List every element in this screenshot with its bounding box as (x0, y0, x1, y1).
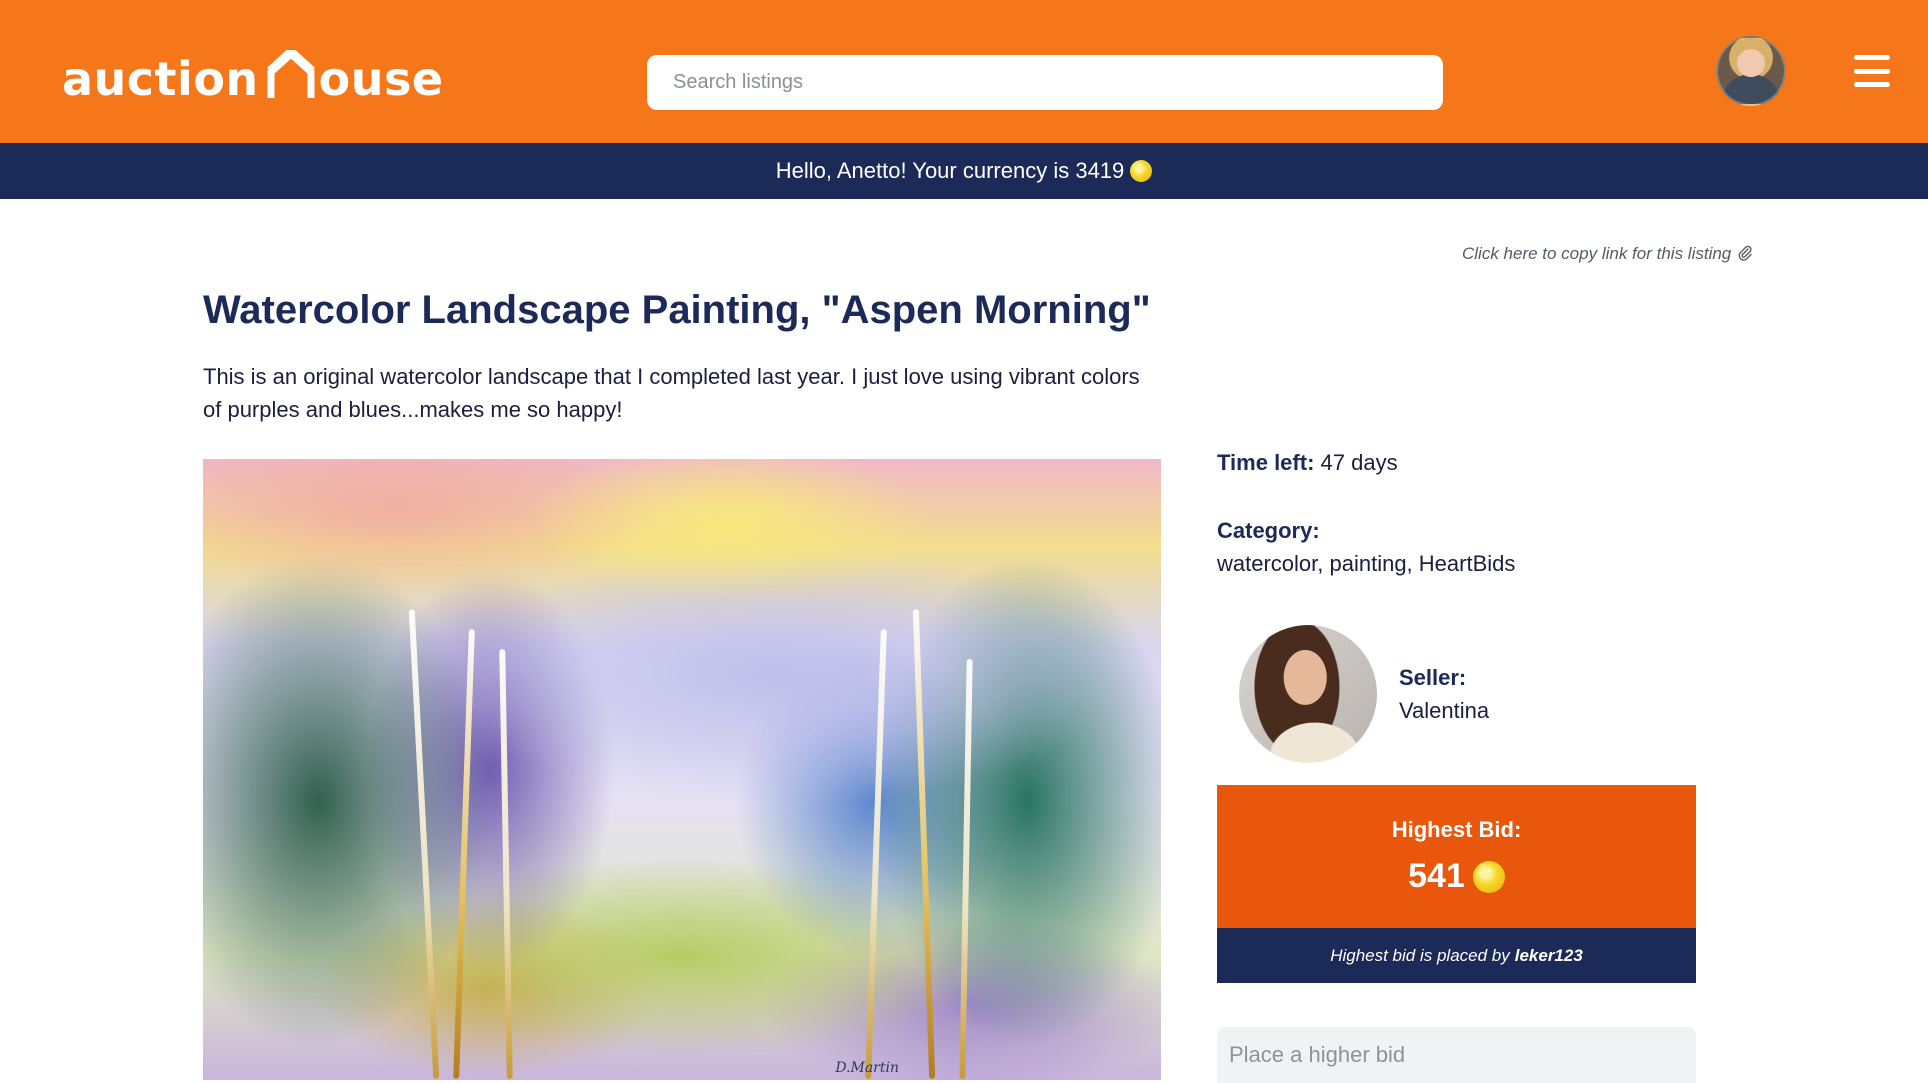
greeting-bar: Hello, Anetto! Your currency is 3419 (0, 143, 1928, 199)
logo-suffix: ouse (318, 52, 444, 106)
copy-link-button[interactable]: Click here to copy link for this listing (1440, 244, 1752, 264)
time-left: Time left: 47 days (1217, 450, 1398, 476)
menu-bar (1854, 82, 1890, 87)
greeting-text: Hello, Anetto! Your currency is 3419 (775, 158, 1125, 183)
highest-bidder-bar: Highest bid is placed by leker123 (1217, 928, 1696, 983)
user-avatar[interactable] (1716, 36, 1786, 106)
listing-description: This is an original watercolor landscape… (203, 364, 1140, 422)
house-icon (266, 50, 315, 98)
seller-name[interactable]: Valentina (1399, 698, 1489, 724)
painting-detail (912, 609, 936, 1079)
listing-image[interactable]: D.Martin (203, 459, 1161, 1080)
painting-detail (959, 658, 973, 1080)
time-left-label: Time left: (1217, 450, 1315, 475)
menu-bar (1854, 55, 1890, 60)
place-bid-input[interactable] (1217, 1027, 1696, 1083)
paperclip-icon (1738, 245, 1752, 261)
highest-bid-label: Highest Bid: (1391, 817, 1522, 842)
search-input[interactable] (647, 55, 1443, 110)
placed-by-text: Highest bid is placed by (1330, 945, 1510, 965)
highest-bidder: leker123 (1514, 945, 1583, 965)
category-label: Category: (1217, 518, 1320, 543)
painting-detail (865, 629, 887, 1079)
hamburger-menu-icon[interactable] (1854, 55, 1890, 87)
painting-detail (408, 609, 440, 1079)
auction-house-logo[interactable]: auction ouse (62, 40, 444, 102)
copy-link-text: Click here to copy link for this listing (1461, 244, 1732, 263)
logo-prefix: auction (62, 52, 259, 106)
category-value: watercolor, painting, HeartBids (1217, 551, 1516, 576)
coin-icon (1130, 160, 1153, 182)
seller-avatar[interactable] (1239, 625, 1377, 763)
time-left-value: 47 days (1320, 450, 1398, 475)
painting-signature: D.Martin (835, 1060, 899, 1076)
seller-label: Seller: (1399, 665, 1467, 690)
highest-bid-value-row: 541 (1217, 857, 1696, 896)
top-header: auction ouse (0, 0, 1928, 143)
painting-detail (499, 648, 513, 1080)
painting-detail (453, 629, 475, 1079)
highest-bid-value: 541 (1408, 857, 1465, 895)
highest-bid-box: Highest Bid: 541 (1217, 785, 1696, 928)
menu-bar (1854, 68, 1890, 74)
coin-icon (1472, 860, 1505, 893)
listing-title: Watercolor Landscape Painting, "Aspen Mo… (203, 288, 1151, 332)
